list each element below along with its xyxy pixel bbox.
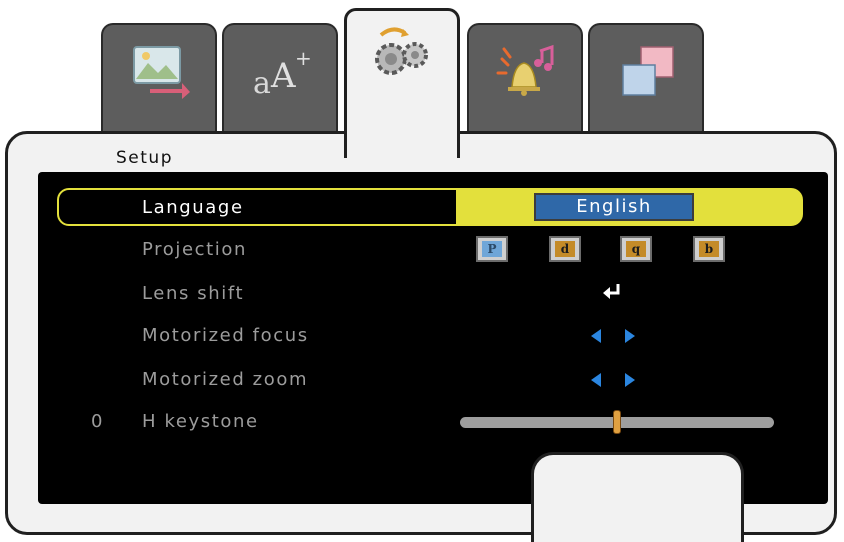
projection-option-glyph: P xyxy=(482,241,502,257)
projection-option-ceiling[interactable]: q xyxy=(620,236,652,262)
h-keystone-value: 0 xyxy=(91,411,103,432)
projection-option-rear-ceiling[interactable]: b xyxy=(693,236,725,262)
text-size-icon: a A + xyxy=(253,46,312,99)
motorized-zoom-label: Motorized zoom xyxy=(142,369,309,390)
h-keystone-label: H keystone xyxy=(142,411,259,432)
tab-setup[interactable] xyxy=(344,8,460,158)
zoom-arrows-icon[interactable] xyxy=(589,372,637,388)
svg-text:+: + xyxy=(295,46,312,70)
projection-option-glyph: d xyxy=(555,241,575,257)
language-value[interactable]: English xyxy=(534,193,694,221)
projection-option-front[interactable]: P xyxy=(476,236,508,262)
projection-option-glyph: q xyxy=(626,241,646,257)
bell-icon xyxy=(496,44,554,96)
panel-title: Setup xyxy=(116,148,173,168)
enter-icon[interactable] xyxy=(601,282,623,300)
projection-option-rear[interactable]: d xyxy=(549,236,581,262)
focus-arrows-icon[interactable] xyxy=(589,328,637,344)
projection-label: Projection xyxy=(142,239,248,260)
h-keystone-slider-thumb[interactable] xyxy=(613,410,621,434)
bottom-tab xyxy=(531,452,744,542)
picture-icon xyxy=(133,46,190,99)
windows-icon xyxy=(622,46,674,96)
svg-text:a: a xyxy=(253,66,271,99)
language-label: Language xyxy=(142,197,244,218)
gears-icon xyxy=(375,27,428,75)
lens-shift-label: Lens shift xyxy=(142,283,245,304)
projection-option-glyph: b xyxy=(699,241,719,257)
motorized-focus-label: Motorized focus xyxy=(142,325,309,346)
svg-text:A: A xyxy=(270,56,296,96)
